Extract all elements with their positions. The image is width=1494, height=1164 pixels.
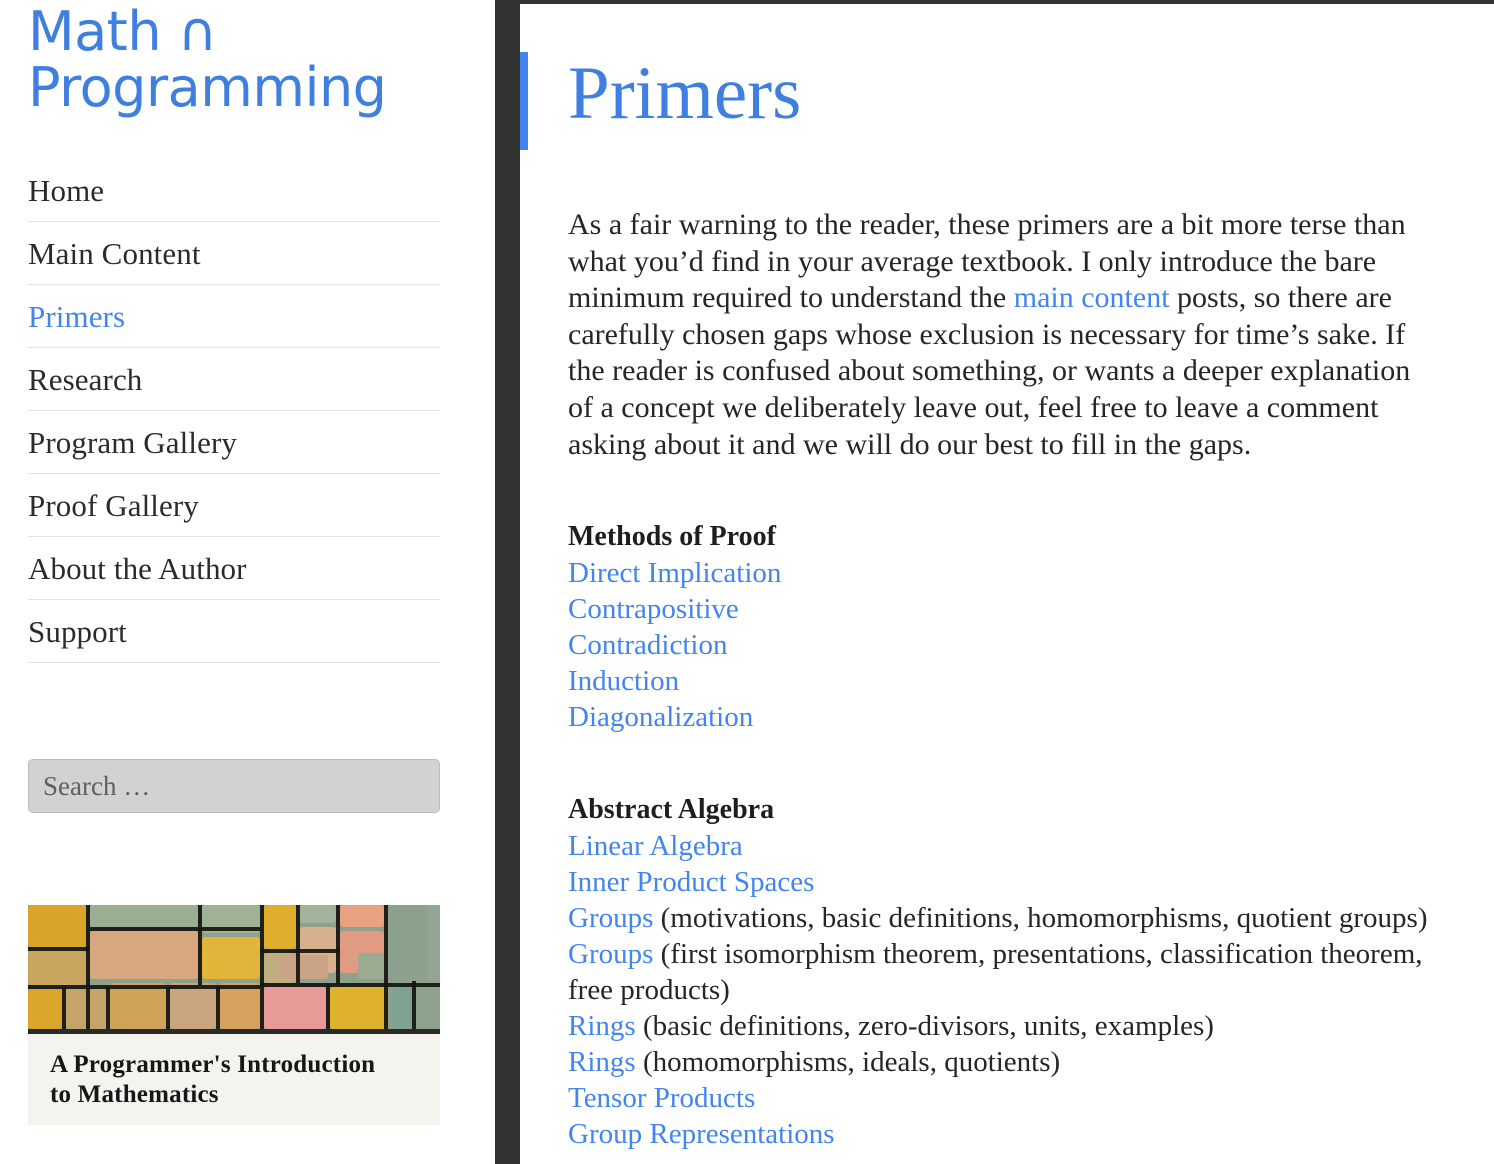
chrome-left-gutter: [495, 0, 520, 1164]
book-title-line-1: A Programmer's Introduction: [50, 1051, 376, 1079]
sidebar-item-about-the-author[interactable]: About the Author: [28, 537, 440, 601]
primer-entry: Linear Algebra: [568, 829, 1430, 865]
primer-entry: Group Representations: [568, 1117, 1430, 1153]
search-input[interactable]: [28, 759, 440, 814]
sidebar-item-program-gallery[interactable]: Program Gallery: [28, 411, 440, 475]
search-widget: [28, 759, 440, 814]
primer-link-contradiction[interactable]: Contradiction: [568, 629, 727, 661]
site-title[interactable]: Math ∩ Programming: [28, 2, 448, 115]
primer-link-groups-2[interactable]: Groups: [568, 938, 653, 970]
primer-link-direct-implication[interactable]: Direct Implication: [568, 557, 781, 589]
sidebar-nav: Home Main Content Primers Research Progr…: [28, 159, 440, 664]
primer-entry: Rings (basic definitions, zero-divisors,…: [568, 1009, 1430, 1045]
title-accent-bar: [520, 52, 528, 150]
primer-entry: Contradiction: [568, 628, 1430, 664]
primer-link-linear-algebra[interactable]: Linear Algebra: [568, 830, 743, 862]
primer-entry: Inner Product Spaces: [568, 865, 1430, 901]
primer-link-rings-1[interactable]: Rings: [568, 1010, 636, 1042]
sidebar-item-proof-gallery[interactable]: Proof Gallery: [28, 474, 440, 538]
primer-entry: Tensor Products: [568, 1081, 1430, 1117]
sidebar-item-primers[interactable]: Primers: [28, 285, 440, 349]
primer-link-group-representations[interactable]: Group Representations: [568, 1118, 835, 1150]
page-root: Math ∩ Programming Home Main Content Pri…: [0, 0, 1494, 1164]
section-abstract-algebra: Abstract Algebra Linear Algebra Inner Pr…: [568, 792, 1430, 1153]
intro-paragraph: As a fair warning to the reader, these p…: [568, 207, 1430, 463]
primer-entry: Groups (first isomorphism theorem, prese…: [568, 937, 1430, 1009]
article-body: As a fair warning to the reader, these p…: [520, 207, 1430, 1153]
sidebar-item-research[interactable]: Research: [28, 348, 440, 412]
primer-link-contrapositive[interactable]: Contrapositive: [568, 593, 739, 625]
primer-entry: Contrapositive: [568, 592, 1430, 628]
section-heading: Abstract Algebra: [568, 793, 775, 825]
book-cover-title-block: A Programmer's Introduction to Mathemati…: [28, 1034, 440, 1126]
book-title: A Programmer's Introduction to Mathemati…: [50, 1050, 418, 1109]
sidebar-item-main-content[interactable]: Main Content: [28, 222, 440, 286]
sidebar: Math ∩ Programming Home Main Content Pri…: [0, 0, 495, 1164]
primer-link-induction[interactable]: Induction: [568, 665, 679, 697]
section-heading: Methods of Proof: [568, 521, 776, 553]
book-cover-image[interactable]: A Programmer's Introduction to Mathemati…: [28, 905, 440, 1126]
content-card: Primers As a fair warning to the reader,…: [520, 4, 1494, 1164]
sidebar-item-support[interactable]: Support: [28, 600, 440, 664]
main-content-link[interactable]: main content: [1014, 281, 1170, 314]
book-cover-artwork: [28, 905, 440, 1030]
primer-note: (first isomorphism theorem, presentation…: [568, 937, 1423, 1006]
site-title-line-1: Math ∩: [28, 0, 217, 63]
page-title: Primers: [568, 52, 802, 135]
book-promo-widget[interactable]: A Programmer's Introduction to Mathemati…: [28, 905, 440, 1126]
primer-link-inner-product-spaces[interactable]: Inner Product Spaces: [568, 866, 814, 898]
primer-note: (basic definitions, zero-divisors, units…: [635, 1009, 1214, 1042]
content-column: Primers As a fair warning to the reader,…: [495, 0, 1494, 1164]
primer-link-diagonalization[interactable]: Diagonalization: [568, 701, 753, 733]
primer-link-groups-1[interactable]: Groups: [568, 902, 653, 934]
primer-link-tensor-products[interactable]: Tensor Products: [568, 1082, 755, 1114]
primer-entry: Direct Implication: [568, 556, 1430, 592]
section-methods-of-proof: Methods of Proof Direct Implication Cont…: [568, 519, 1430, 736]
primer-entry: Groups (motivations, basic definitions, …: [568, 901, 1430, 937]
book-title-line-2: to Mathematics: [50, 1080, 219, 1108]
page-title-row: Primers: [520, 4, 1494, 150]
site-title-line-2: Programming: [28, 55, 387, 119]
primer-entry: Induction: [568, 664, 1430, 700]
primer-link-rings-2[interactable]: Rings: [568, 1046, 636, 1078]
primer-note: (motivations, basic definitions, homomor…: [653, 901, 1428, 934]
primer-entry: Rings (homomorphisms, ideals, quotients): [568, 1045, 1430, 1081]
sidebar-item-home[interactable]: Home: [28, 159, 440, 223]
primer-entry: Diagonalization: [568, 700, 1430, 736]
primer-note: (homomorphisms, ideals, quotients): [635, 1045, 1061, 1078]
